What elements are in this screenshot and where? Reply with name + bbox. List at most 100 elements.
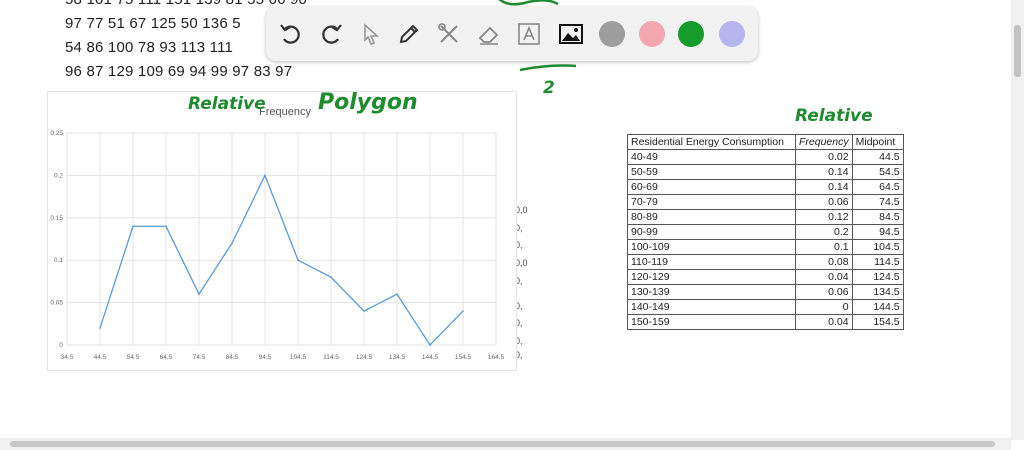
handwritten-two: 2: [543, 78, 555, 98]
handwritten-relative: Relative: [188, 94, 266, 114]
eraser-icon[interactable]: [474, 19, 504, 49]
cell-range: 80-89: [627, 209, 796, 225]
chart-svg: Frequency 0 0.05 0.1 0.15 0.2 0.25 34.5 44.5 54.5…: [50, 106, 505, 361]
cell-frequency: 0.2: [795, 224, 853, 240]
data-point: [297, 259, 299, 261]
data-point: [99, 327, 101, 329]
color-swatch-green[interactable]: [678, 21, 704, 47]
y-tick-label: 0.25: [50, 130, 63, 137]
text-icon[interactable]: [514, 19, 544, 49]
table-row: 150-159 0.04 154.5: [627, 314, 904, 330]
table-row: 40-49 0.02 44.5: [627, 149, 904, 165]
data-line: 58 101 75 111 151 139 81 55 66 90: [65, 0, 307, 8]
x-tick-label: 94.5: [259, 354, 272, 361]
data-point: [429, 344, 431, 346]
data-point: [231, 242, 233, 245]
table-row: 100-109 0.1 104.5: [627, 239, 904, 255]
table-row: 60-69 0.14 64.5: [627, 179, 904, 195]
cell-midpoint: 64.5: [851, 179, 904, 195]
table-header-row: Residential Energy Consumption Frequency…: [627, 134, 904, 150]
data-point: [363, 310, 365, 312]
table-row: 90-99 0.2 94.5: [627, 224, 904, 240]
cell-midpoint: 154.5: [851, 314, 904, 330]
data-point: [165, 225, 167, 228]
table-row: 70-79 0.06 74.5: [627, 194, 904, 210]
table-row: 80-89 0.12 84.5: [627, 209, 904, 225]
color-swatch-pink[interactable]: [639, 21, 665, 47]
tools-icon[interactable]: [434, 19, 464, 49]
data-line: 97 77 51 67 125 50 136 5: [65, 15, 241, 32]
cell-midpoint: 44.5: [851, 149, 904, 165]
header-frequency: Frequency: [795, 134, 853, 150]
x-tick-label: 144.5: [422, 354, 439, 361]
cell-range: 70-79: [627, 194, 796, 210]
data-point: [132, 225, 134, 228]
cell-range: 150-159: [627, 314, 796, 330]
color-swatch-gray[interactable]: [599, 21, 625, 47]
undo-icon[interactable]: [276, 19, 306, 49]
x-tick-label: 124.5: [356, 354, 373, 361]
data-point: [462, 310, 464, 312]
pointer-icon[interactable]: [356, 19, 386, 49]
table-row: 140-149 0 144.5: [627, 299, 904, 315]
cell-midpoint: 124.5: [851, 269, 904, 285]
cell-frequency: 0.02: [795, 149, 853, 165]
x-tick-label: 54.5: [127, 354, 140, 361]
cell-range: 60-69: [627, 179, 796, 195]
data-point: [330, 276, 332, 278]
table-row: 50-59 0.14 54.5: [627, 164, 904, 180]
data-line: 96 87 129 109 69 94 99 97 83 97: [65, 63, 293, 80]
image-icon[interactable]: [556, 19, 586, 49]
cell-frequency: 0.14: [795, 179, 853, 195]
cell-frequency: 0.14: [795, 164, 853, 180]
x-tick-label: 154.5: [455, 354, 472, 361]
x-tick-label: 34.5: [61, 354, 74, 361]
cell-frequency: 0.08: [795, 254, 853, 270]
vertical-scroll-thumb[interactable]: [1014, 25, 1021, 77]
chart: Frequency 0 0.05 0.1 0.15 0.2 0.25 34.5 44.5 54.5…: [47, 91, 517, 371]
handwritten-relative-table: Relative: [795, 106, 873, 126]
cell-midpoint: 94.5: [851, 224, 904, 240]
y-tick-label: 0.2: [54, 172, 63, 179]
color-swatch-lavender[interactable]: [719, 21, 745, 47]
horizontal-scrollbar[interactable]: [0, 438, 1011, 450]
x-tick-label: 74.5: [193, 354, 206, 361]
cell-range: 130-139: [627, 284, 796, 300]
cell-range: 90-99: [627, 224, 796, 240]
cell-frequency: 0.04: [795, 269, 853, 285]
frequency-table: Residential Energy Consumption Frequency…: [627, 134, 904, 330]
x-tick-label: 114.5: [323, 354, 339, 361]
y-tick-label: 0.1: [54, 257, 63, 264]
cell-midpoint: 144.5: [851, 299, 904, 315]
vertical-scrollbar[interactable]: [1011, 0, 1024, 440]
cell-midpoint: 114.5: [851, 254, 904, 270]
cell-frequency: 0.06: [795, 284, 853, 300]
y-tick-label: 0: [59, 342, 63, 349]
pen-icon[interactable]: [394, 19, 424, 49]
handwritten-polygon: Polygon: [318, 90, 418, 115]
y-tick-label: 0.15: [50, 215, 63, 222]
header-midpoint: Midpoint: [851, 134, 904, 150]
data-point: [198, 293, 200, 295]
horizontal-scroll-thumb[interactable]: [10, 441, 995, 447]
chart-title: Frequency: [259, 106, 311, 118]
cell-midpoint: 84.5: [851, 209, 904, 225]
data-point: [396, 293, 398, 295]
redo-icon[interactable]: [316, 19, 346, 49]
x-tick-label: 104.5: [290, 354, 307, 361]
cell-range: 40-49: [627, 149, 796, 165]
x-tick-label: 164.5: [488, 354, 505, 361]
whiteboard-canvas[interactable]: 58 101 75 111 151 139 81 55 66 90 97 77 …: [0, 0, 1024, 450]
cell-range: 140-149: [627, 299, 796, 315]
cell-range: 110-119: [627, 254, 796, 270]
cell-frequency: 0.06: [795, 194, 853, 210]
cell-frequency: 0.1: [795, 239, 853, 255]
cell-frequency: 0: [795, 299, 853, 315]
header-category: Residential Energy Consumption: [627, 134, 796, 150]
cell-range: 100-109: [627, 239, 796, 255]
data-point: [264, 174, 266, 177]
cell-frequency: 0.12: [795, 209, 853, 225]
table-row: 120-129 0.04 124.5: [627, 269, 904, 285]
table-row: 110-119 0.08 114.5: [627, 254, 904, 270]
x-tick-label: 44.5: [94, 354, 107, 361]
